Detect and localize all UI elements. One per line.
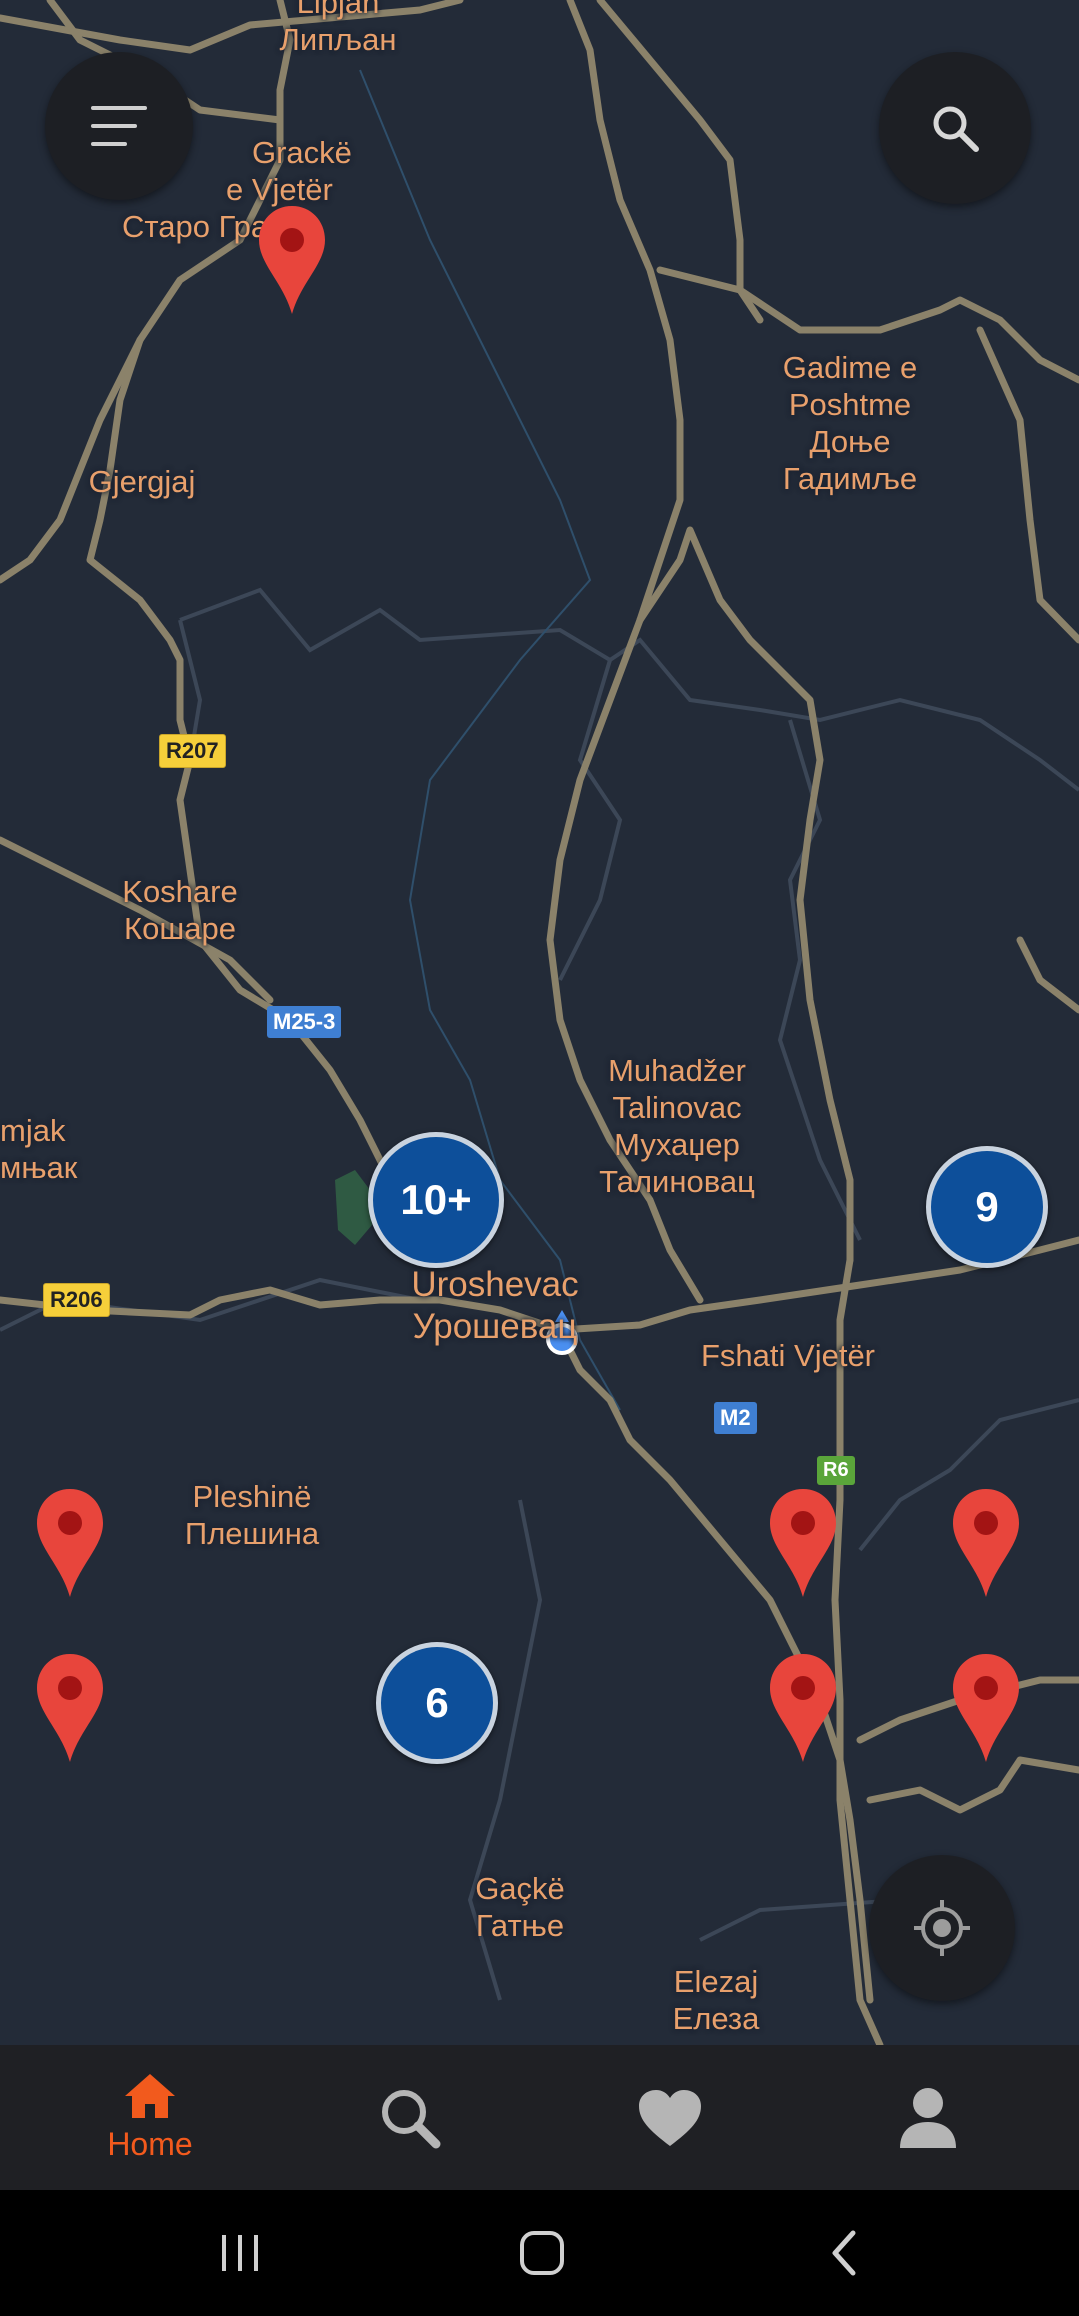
- map-marker[interactable]: [35, 1652, 105, 1764]
- road-shield-m2: M2: [714, 1402, 757, 1434]
- heart-icon: [639, 2089, 701, 2146]
- search-button[interactable]: [879, 52, 1031, 204]
- map-roads: [0, 0, 1079, 2045]
- place-label-uroshevac: Uroshevac Урошевац: [411, 1265, 579, 1346]
- map-marker[interactable]: [35, 1487, 105, 1599]
- place-label-fshati-vjeter: Fshati Vjetër: [700, 1338, 876, 1373]
- nav-home[interactable]: Home: [70, 2045, 230, 2190]
- place-label-gjergjaj: Gjergjaj: [88, 464, 196, 499]
- road-shield-r207: R207: [159, 734, 226, 768]
- road-shield-r6: R6: [817, 1456, 855, 1485]
- marker-cluster[interactable]: 10+: [368, 1132, 504, 1268]
- place-label-lipljan: Lipjan Липљан: [279, 0, 397, 57]
- menu-icon: [91, 106, 147, 146]
- cluster-count: 10+: [400, 1176, 472, 1223]
- search-icon: [933, 106, 979, 152]
- nav-profile[interactable]: [848, 2045, 1008, 2190]
- menu-button[interactable]: [45, 52, 193, 200]
- map-marker[interactable]: [951, 1487, 1021, 1599]
- back-button[interactable]: [810, 2220, 880, 2286]
- park-area: [335, 1170, 372, 1245]
- profile-icon: [900, 2087, 956, 2148]
- system-navigation-bar: [0, 2190, 1079, 2316]
- nav-home-label: Home: [107, 2126, 193, 2162]
- place-label-elezaj: Elezaj Елеза: [672, 1964, 760, 2036]
- cluster-count: 6: [425, 1679, 449, 1726]
- back-icon: [832, 2230, 856, 2276]
- home-icon: [125, 2074, 175, 2118]
- place-label-gadime: Gadime e Poshtme Доње Гадимље: [782, 350, 918, 496]
- home-button[interactable]: [507, 2220, 577, 2286]
- place-label-koshare: Koshare Кошаре: [122, 874, 238, 946]
- my-location-icon: [914, 1900, 970, 1956]
- cluster-count: 9: [975, 1183, 999, 1230]
- nav-favorites[interactable]: [590, 2045, 750, 2190]
- place-label-smjak: mjak мњак: [0, 1113, 78, 1185]
- map-view[interactable]: Lipjan Липљан Grackë e Vjetër Старо Гра Gje…: [0, 0, 1079, 2045]
- marker-cluster[interactable]: 9: [926, 1146, 1048, 1268]
- place-label-muhadzer: Muhadžer Talinovac Мухаџер Талиновац: [599, 1053, 755, 1199]
- recent-apps-icon: [222, 2235, 258, 2271]
- place-label-pleshine: Pleshinë Плешина: [184, 1479, 320, 1551]
- map-marker[interactable]: [257, 204, 327, 316]
- bottom-navigation: Home: [0, 2045, 1079, 2190]
- marker-cluster[interactable]: 6: [376, 1642, 498, 1764]
- map-marker[interactable]: [768, 1652, 838, 1764]
- home-button-icon: [520, 2231, 564, 2275]
- map-marker[interactable]: [951, 1652, 1021, 1764]
- road-shield-r206: R206: [43, 1283, 110, 1317]
- place-label-gacke: Gaçkë Гатње: [475, 1871, 565, 1943]
- map-marker[interactable]: [768, 1487, 838, 1599]
- search-icon: [382, 2089, 441, 2148]
- nav-search[interactable]: [330, 2045, 490, 2190]
- recent-apps-button[interactable]: [205, 2220, 275, 2286]
- road-shield-m25-3: M25-3: [267, 1006, 342, 1038]
- my-location-button[interactable]: [869, 1855, 1015, 2001]
